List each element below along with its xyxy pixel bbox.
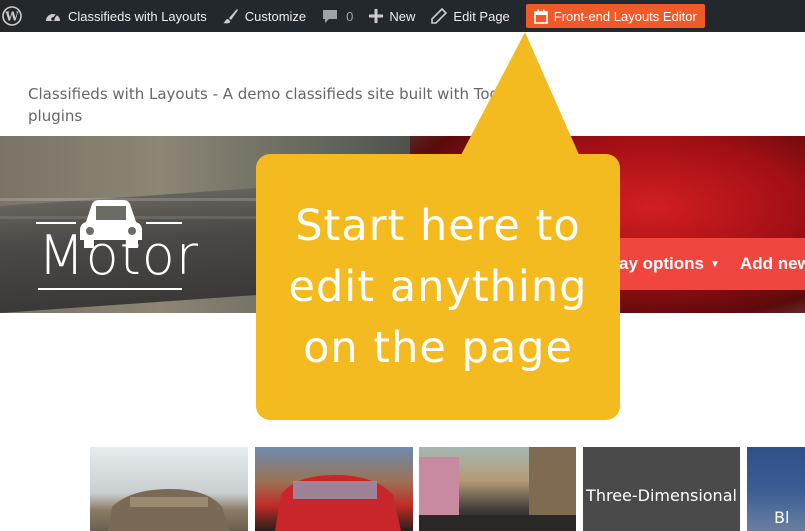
edit-hint-callout: Start here to edit anything on the page bbox=[256, 154, 620, 420]
customize-label: Customize bbox=[244, 8, 307, 24]
front-end-layouts-editor-button[interactable]: Front-end Layouts Editor bbox=[525, 4, 705, 28]
site-name-label: Classifieds with Layouts bbox=[68, 8, 207, 24]
svg-text:W: W bbox=[4, 10, 19, 24]
red-classic-car-image bbox=[275, 475, 401, 531]
thumbnail-label: Bl bbox=[774, 508, 790, 527]
add-new-button[interactable]: Add new bbox=[740, 254, 805, 274]
hero-action-bar: ay options ▼ Add new bbox=[616, 238, 805, 290]
edit-page-link[interactable]: Edit Page bbox=[423, 0, 517, 32]
category-thumbnail[interactable] bbox=[419, 447, 576, 531]
paintbrush-icon bbox=[222, 9, 238, 24]
comment-bubble-icon bbox=[323, 10, 338, 23]
site-tagline: Classifieds with Layouts - A demo classi… bbox=[28, 85, 499, 125]
dashboard-icon bbox=[46, 13, 60, 21]
plus-icon bbox=[369, 9, 384, 23]
callout-pointer bbox=[460, 32, 580, 157]
wordpress-logo-button[interactable]: W bbox=[0, 0, 36, 32]
admin-bar: W Classifieds with Layouts Customize 0 N… bbox=[0, 0, 805, 32]
comments-link[interactable]: 0 bbox=[314, 0, 361, 32]
brand-underline bbox=[38, 288, 182, 290]
edit-page-label: Edit Page bbox=[453, 8, 510, 24]
callout-text: Start here to edit anything on the page bbox=[288, 200, 588, 373]
motor-brand-title: Motor bbox=[38, 224, 200, 287]
new-content-menu[interactable]: New bbox=[361, 0, 423, 32]
customize-link[interactable]: Customize bbox=[215, 0, 314, 32]
comments-count: 0 bbox=[346, 8, 354, 24]
new-label: New bbox=[389, 8, 416, 24]
pencil-icon bbox=[431, 8, 448, 24]
vintage-car-image bbox=[108, 489, 230, 531]
category-thumbnail[interactable] bbox=[255, 447, 413, 531]
category-thumbnail[interactable]: Three-Dimensional bbox=[583, 447, 740, 531]
layouts-editor-label: Front-end Layouts Editor bbox=[553, 8, 697, 24]
thumbnail-label: Three-Dimensional bbox=[586, 486, 737, 505]
category-thumbnail[interactable] bbox=[90, 447, 248, 531]
caret-down-icon: ▼ bbox=[710, 258, 720, 270]
street-scene-image bbox=[419, 447, 576, 531]
display-options-button[interactable]: ay options bbox=[616, 254, 704, 274]
category-thumbnail[interactable]: Bl bbox=[747, 447, 805, 531]
wordpress-icon: W bbox=[2, 6, 22, 26]
calendar-icon bbox=[533, 9, 548, 24]
site-name-menu[interactable]: Classifieds with Layouts bbox=[36, 0, 215, 32]
